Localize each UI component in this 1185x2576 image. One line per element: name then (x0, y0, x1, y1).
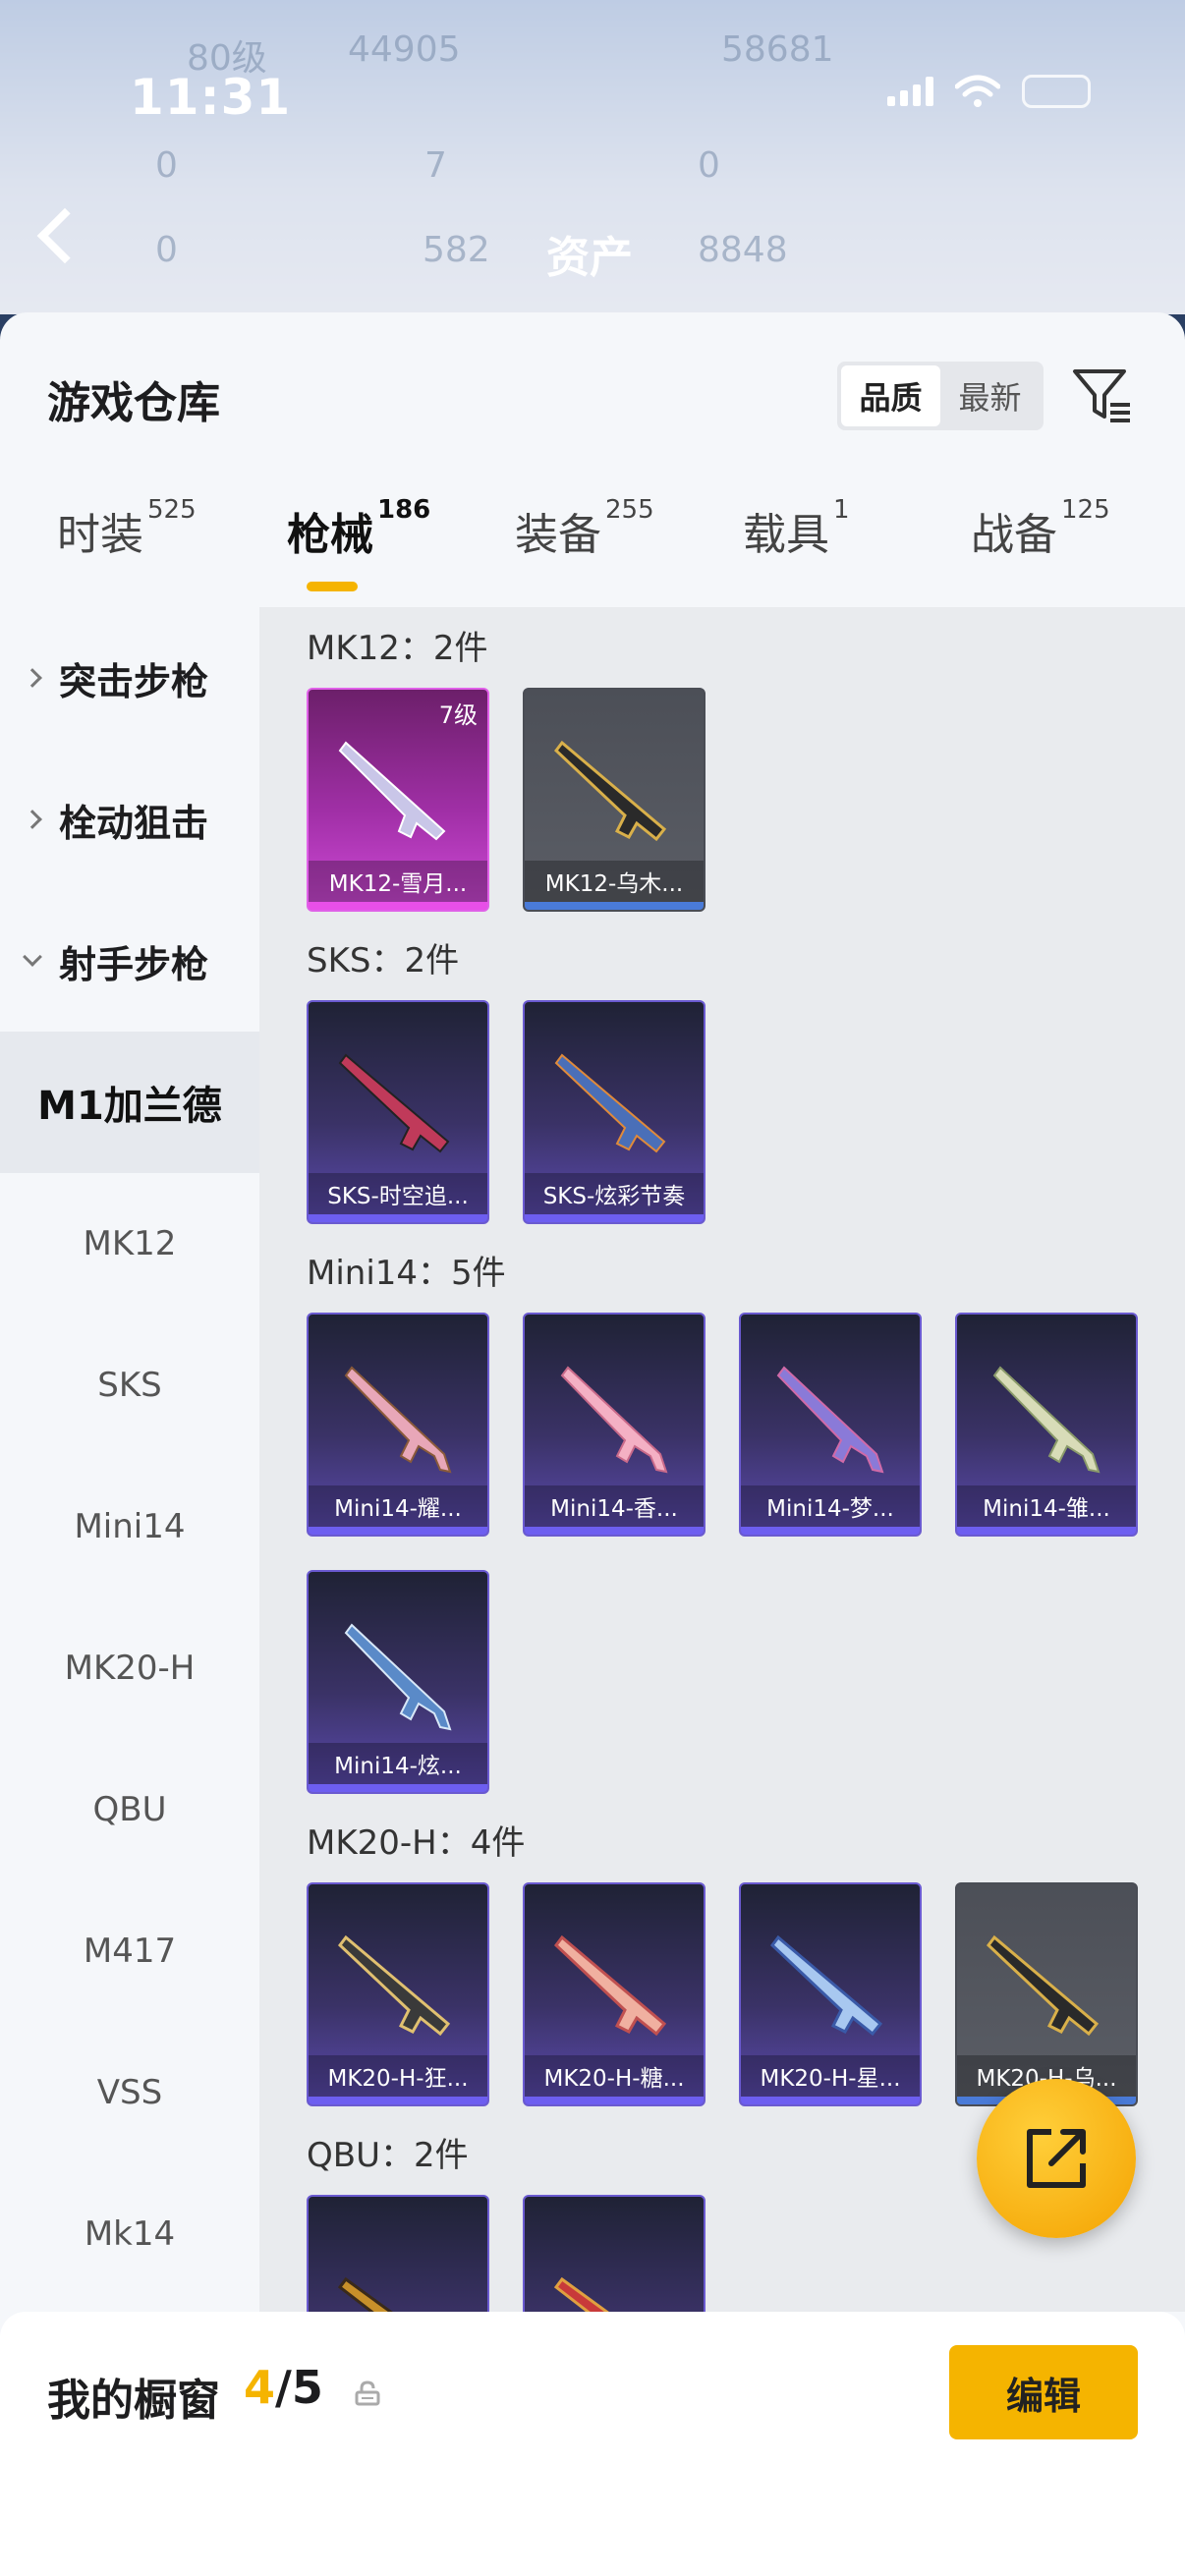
tab-battle-gear[interactable]: 战备 125 (971, 495, 1110, 562)
sidebar-item-m417[interactable]: M417 (0, 1880, 259, 2022)
sidebar-item-mk14[interactable]: Mk14 (0, 2163, 259, 2305)
filter-icon[interactable] (1071, 364, 1134, 426)
status-icons (887, 75, 1091, 108)
lock-icon (355, 2380, 380, 2406)
score-1: 44905 (348, 29, 461, 70)
weapon-name: Mini14-炫... (309, 1743, 487, 1784)
weapon-name: MK20-H-狂... (309, 2055, 487, 2097)
weapon-name: SKS-炫彩节奏 (525, 1173, 704, 1214)
rifle-icon (992, 1366, 1100, 1474)
rifle-icon (554, 1053, 666, 1153)
weapon-card[interactable] (523, 2195, 705, 2312)
weapon-card[interactable]: Mini14-雏... (955, 1313, 1138, 1537)
weapon-card[interactable]: MK20-H-星... (739, 1882, 922, 2106)
sidebar-item-vss[interactable]: VSS (0, 2022, 259, 2163)
stat-c: 0 (698, 145, 720, 186)
weapon-name: Mini14-雏... (957, 1485, 1136, 1527)
stat-b: 7 (424, 145, 447, 186)
rifle-icon (337, 1934, 451, 2037)
weapon-name: Mini14-香... (525, 1485, 704, 1527)
tab-vehicles[interactable]: 载具 1 (743, 495, 850, 562)
weapon-name: SKS-时空追... (309, 1173, 487, 1214)
signal-icon (887, 77, 933, 106)
sidebar-category-marksman-rifle[interactable]: 射手步枪 (0, 890, 259, 1032)
sort-toggle: 品质 最新 (837, 362, 1044, 430)
tab-guns[interactable]: 枪械 186 (287, 495, 430, 562)
category-tabs: 时装 525 枪械 186 装备 255 载具 1 战备 125 (0, 495, 1185, 607)
status-time: 11:31 (130, 69, 292, 126)
share-button[interactable] (977, 2079, 1136, 2238)
stat-d: 0 (155, 230, 178, 270)
active-tab-indicator (307, 582, 358, 591)
weapon-card[interactable]: MK20-H-狂... (307, 1882, 489, 2106)
background-title: 资产 (546, 233, 633, 283)
rifle-icon (338, 741, 446, 841)
chevron-right-icon (23, 668, 42, 688)
sidebar-item-qbu[interactable]: QBU (0, 1739, 259, 1880)
group-title-qbu: QBU：2件 (307, 2136, 469, 2175)
weapon-card[interactable]: Mini14-香... (523, 1313, 705, 1537)
sidebar-item-mini14[interactable]: Mini14 (0, 1456, 259, 1597)
group-title-mini14: Mini14：5件 (307, 1254, 506, 1293)
sort-quality-button[interactable]: 品质 (841, 365, 940, 426)
showcase-title: 我的橱窗 (47, 2376, 220, 2426)
sheet-title: 游戏仓库 (47, 378, 220, 428)
weapon-card[interactable]: SKS-时空追... (307, 1000, 489, 1224)
weapon-grid: MK12：2件 7级 MK12-雪月... MK12-乌木... SKS：2件 … (259, 607, 1185, 2312)
sidebar-item-m1-garand[interactable]: M1加兰德 (0, 1032, 259, 1173)
weapon-name: MK20-H-糖... (525, 2055, 704, 2097)
weapon-card[interactable]: MK20-H-糖... (523, 1882, 705, 2106)
stat-e: 582 (423, 230, 490, 270)
rifle-icon (337, 2276, 393, 2312)
sidebar-item-mk20h[interactable]: MK20-H (0, 1597, 259, 1739)
weapon-card[interactable]: MK12-乌木... (523, 688, 705, 912)
rifle-icon (344, 1623, 452, 1731)
rifle-icon (553, 1934, 667, 2037)
edit-button[interactable]: 编辑 (949, 2345, 1138, 2439)
stat-a: 0 (155, 145, 178, 186)
weapon-name: MK12-雪月... (309, 861, 487, 902)
rifle-icon (986, 1934, 1100, 2037)
chevron-down-icon (23, 947, 42, 967)
battery-icon (1022, 75, 1091, 108)
rifle-icon (344, 1366, 452, 1474)
score-2: 58681 (721, 29, 834, 70)
weapon-card[interactable] (307, 2195, 489, 2312)
rifle-icon (769, 1934, 883, 2037)
weapon-sidebar: 突击步枪 栓动狙击 射手步枪 M1加兰德 MK12 SKS Mini14 MK2… (0, 607, 259, 2312)
weapon-card[interactable]: Mini14-梦... (739, 1313, 922, 1537)
rifle-icon (553, 740, 667, 842)
weapon-name: MK12-乌木... (525, 861, 704, 902)
sidebar-item-sks[interactable]: SKS (0, 1315, 259, 1456)
weapon-name: Mini14-耀... (309, 1485, 487, 1527)
stat-f: 8848 (698, 230, 788, 270)
showcase-bar: 我的橱窗 4/5 编辑 (0, 2312, 1185, 2576)
showcase-count: 4/5 (244, 2361, 323, 2414)
weapon-name: Mini14-梦... (741, 1485, 920, 1527)
weapon-card[interactable]: Mini14-炫... (307, 1570, 489, 1794)
tab-equipment[interactable]: 装备 255 (515, 495, 654, 562)
rifle-icon (553, 2276, 609, 2312)
rifle-icon (338, 1053, 450, 1153)
rifle-icon (560, 1366, 668, 1474)
weapon-name: MK20-H-星... (741, 2055, 920, 2097)
share-icon (1027, 2129, 1086, 2188)
chevron-right-icon (23, 810, 42, 829)
sidebar-category-bolt-sniper[interactable]: 栓动狙击 (0, 749, 259, 890)
sidebar-item-mk12[interactable]: MK12 (0, 1173, 259, 1315)
group-title-sks: SKS：2件 (307, 941, 460, 980)
weapon-card[interactable]: SKS-炫彩节奏 (523, 1000, 705, 1224)
sort-newest-button[interactable]: 最新 (940, 365, 1040, 426)
wifi-icon (955, 75, 1000, 107)
weapon-card[interactable]: Mini14-耀... (307, 1313, 489, 1537)
background-page: 80级 44905 58681 0 7 0 0 582 8848 资产 11:3… (0, 0, 1185, 314)
sidebar-category-assault-rifle[interactable]: 突击步枪 (0, 607, 259, 749)
weapon-card[interactable]: MK20-H-乌... (955, 1882, 1138, 2106)
weapon-card[interactable]: 7级 MK12-雪月... (307, 688, 489, 912)
group-title-mk12: MK12：2件 (307, 629, 488, 668)
tab-fashion[interactable]: 时装 525 (57, 495, 197, 562)
group-title-mk20h: MK20-H：4件 (307, 1823, 526, 1863)
rifle-icon (776, 1366, 884, 1474)
